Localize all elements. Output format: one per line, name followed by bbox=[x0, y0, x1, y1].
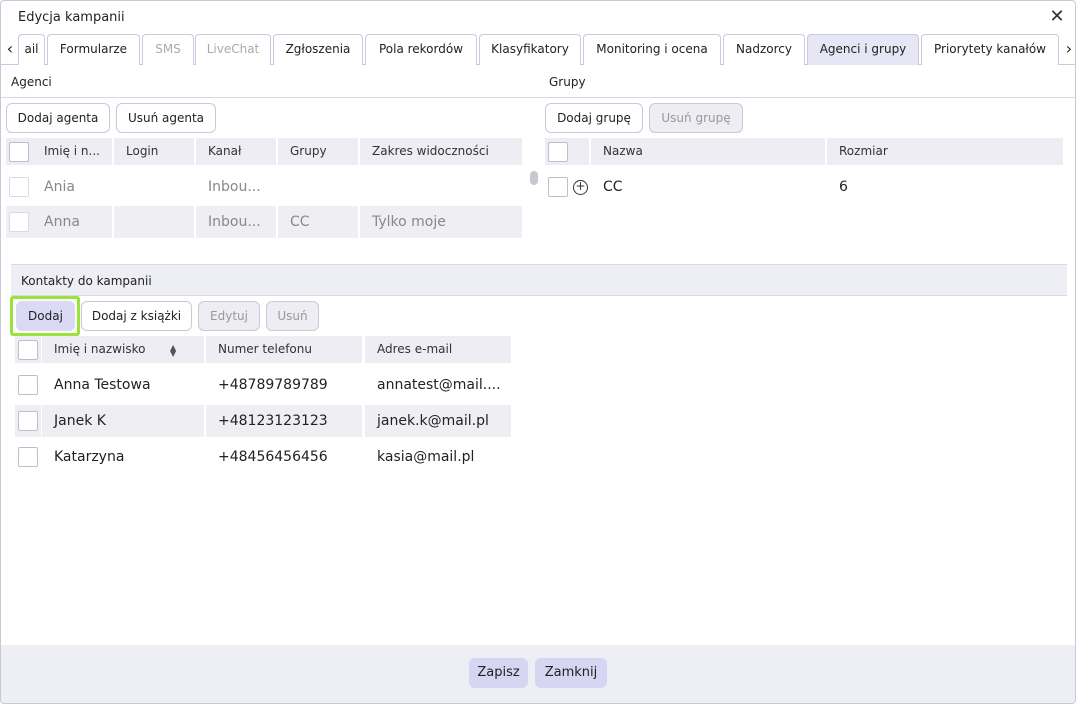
add-agent-button[interactable]: Dodaj agenta bbox=[6, 103, 110, 133]
agent-groups: CC bbox=[278, 206, 358, 238]
agent-channel: Inbou... bbox=[196, 206, 276, 238]
edit-contact-button[interactable]: Edytuj bbox=[198, 301, 260, 331]
tab-pola-rekordow[interactable]: Pola rekordów bbox=[365, 34, 477, 65]
contact-name: Katarzyna bbox=[54, 449, 125, 465]
delete-contact-button[interactable]: Usuń bbox=[266, 301, 319, 331]
tab-agenci-i-grupy[interactable]: Agenci i grupy bbox=[807, 34, 919, 65]
contact-phone: +48123123123 bbox=[206, 405, 362, 437]
tab-formularze[interactable]: Formularze bbox=[47, 34, 140, 65]
groups-select-all-cell bbox=[545, 138, 571, 165]
table-row bbox=[15, 441, 41, 473]
row-checkbox[interactable] bbox=[18, 375, 38, 395]
add-group-button[interactable]: Dodaj grupę bbox=[545, 103, 643, 133]
chevron-left-icon[interactable]: ‹ bbox=[2, 38, 18, 62]
expand-plus-icon[interactable]: + bbox=[573, 180, 588, 195]
groups-header: Grupy bbox=[539, 66, 1075, 98]
agent-scope: Tylko moje bbox=[360, 206, 522, 238]
agent-channel: Inbou... bbox=[208, 179, 261, 195]
agents-col-login[interactable]: Login bbox=[114, 138, 194, 165]
agents-select-all-checkbox[interactable] bbox=[9, 142, 29, 162]
table-row bbox=[15, 405, 41, 437]
contact-email: kasia@mail.pl bbox=[377, 449, 475, 465]
contact-email: janek.k@mail.pl bbox=[365, 405, 511, 437]
table-row bbox=[15, 369, 41, 401]
contact-phone: +48456456456 bbox=[218, 449, 328, 465]
tab-bar: ‹ ail Formularze SMS LiveChat Zgłoszenia… bbox=[1, 34, 1075, 65]
remove-group-button[interactable]: Usuń grupę bbox=[649, 103, 743, 133]
groups-col-name[interactable]: Nazwa bbox=[591, 138, 825, 165]
row-checkbox[interactable] bbox=[548, 177, 568, 197]
agents-col-name[interactable]: Imię i n... bbox=[32, 138, 112, 165]
tab-sms[interactable]: SMS bbox=[142, 34, 194, 65]
tab-nadzorcy[interactable]: Nadzorcy bbox=[723, 34, 805, 65]
add-contact-button[interactable]: Dodaj bbox=[16, 301, 75, 331]
row-checkbox[interactable] bbox=[18, 411, 38, 431]
group-size: 6 bbox=[839, 179, 848, 195]
agent-login bbox=[114, 171, 194, 203]
sort-icon[interactable]: ▲ ▼ bbox=[170, 344, 176, 358]
table-row bbox=[545, 171, 571, 203]
agents-select-all-cell bbox=[6, 138, 32, 165]
dialog-title: Edycja kampanii bbox=[18, 10, 125, 25]
contacts-col-email[interactable]: Adres e-mail bbox=[365, 336, 511, 363]
row-checkbox[interactable] bbox=[18, 447, 38, 467]
agent-name: Anna bbox=[32, 206, 112, 238]
contacts-col-name-label: Imię i nazwisko bbox=[54, 342, 146, 356]
group-name: CC bbox=[603, 179, 623, 195]
close-button[interactable]: Zamknij bbox=[535, 658, 607, 688]
dialog-footer: Zapisz Zamknij bbox=[1, 645, 1075, 703]
contact-phone: +48789789789 bbox=[218, 377, 328, 393]
save-button[interactable]: Zapisz bbox=[469, 658, 528, 688]
campaign-edit-dialog: Edycja kampanii ✕ ‹ ail Formularze SMS L… bbox=[0, 0, 1076, 704]
agent-name: Ania bbox=[44, 179, 75, 195]
contacts-header: Kontakty do kampanii bbox=[11, 264, 1067, 296]
row-checkbox[interactable] bbox=[9, 212, 29, 232]
agent-scope bbox=[360, 171, 522, 203]
contact-name: Anna Testowa bbox=[54, 377, 151, 393]
agents-col-channel[interactable]: Kanał bbox=[196, 138, 276, 165]
agents-col-scope[interactable]: Zakres widoczności bbox=[360, 138, 522, 165]
groups-select-all-checkbox[interactable] bbox=[548, 142, 568, 162]
contacts-select-all-checkbox[interactable] bbox=[18, 340, 38, 360]
contacts-col-name[interactable]: Imię i nazwisko ▲ ▼ bbox=[42, 336, 204, 363]
groups-col-expand bbox=[571, 138, 589, 165]
agent-login bbox=[114, 206, 194, 238]
tab-zgloszenia[interactable]: Zgłoszenia bbox=[273, 34, 363, 65]
contacts-select-all-cell bbox=[15, 336, 41, 363]
tab-email[interactable]: ail bbox=[18, 34, 45, 65]
add-from-book-button[interactable]: Dodaj z książki bbox=[81, 301, 192, 331]
groups-col-size[interactable]: Rozmiar bbox=[827, 138, 1063, 165]
contact-email: annatest@mail.... bbox=[377, 377, 501, 393]
agents-col-groups[interactable]: Grupy bbox=[278, 138, 358, 165]
close-icon[interactable]: ✕ bbox=[1047, 7, 1067, 27]
remove-agent-button[interactable]: Usuń agenta bbox=[116, 103, 216, 133]
tab-priorytety-kanalow[interactable]: Priorytety kanałów bbox=[921, 34, 1059, 65]
row-checkbox[interactable] bbox=[9, 177, 29, 197]
table-row bbox=[6, 171, 32, 203]
contact-name: Janek K bbox=[42, 405, 204, 437]
agents-header: Agenci bbox=[1, 66, 539, 98]
agent-groups bbox=[278, 171, 358, 203]
chevron-right-icon[interactable]: › bbox=[1061, 38, 1075, 62]
contacts-col-phone[interactable]: Numer telefonu bbox=[206, 336, 362, 363]
agents-scrollbar[interactable] bbox=[530, 171, 538, 185]
tab-klasyfikatory[interactable]: Klasyfikatory bbox=[479, 34, 581, 65]
title-bar: Edycja kampanii ✕ bbox=[1, 1, 1075, 34]
table-row bbox=[6, 206, 32, 238]
tab-monitoring[interactable]: Monitoring i ocena bbox=[583, 34, 721, 65]
tab-livechat[interactable]: LiveChat bbox=[195, 34, 271, 65]
